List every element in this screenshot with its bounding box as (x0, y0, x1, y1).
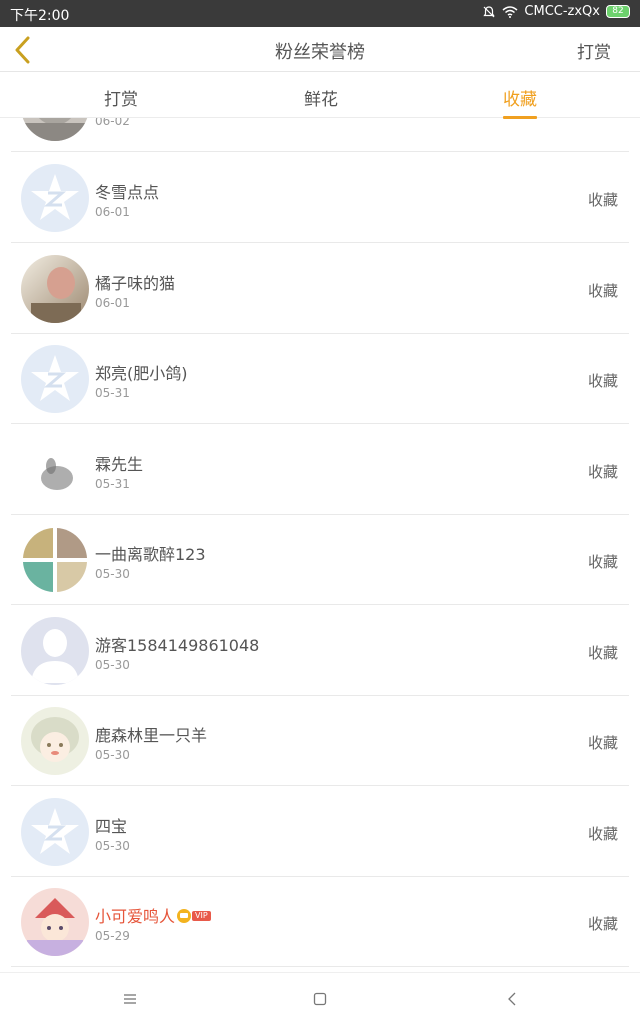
item-date: 05-30 (95, 839, 130, 853)
home-square-icon (313, 992, 327, 1006)
item-action: 收藏 (587, 191, 618, 209)
item-action: 收藏 (587, 644, 618, 662)
qq-default-avatar (21, 164, 89, 232)
tab-favorites[interactable]: 收藏 (503, 85, 537, 119)
item-date: 06-02 (95, 118, 130, 128)
item-date: 05-29 (95, 929, 130, 943)
fan-list[interactable]: 06-02 冬雪点点 06-01 收藏 橘子味的猫 06-01 收藏 郑亮(肥小… (0, 118, 640, 970)
item-action: 收藏 (587, 553, 618, 571)
list-item[interactable]: 06-02 (11, 118, 629, 152)
list-item[interactable]: 鹿森林里一只羊 05-30 收藏 (11, 696, 629, 786)
avatar (21, 118, 89, 141)
status-indicators: CMCC-zxQx 82 (482, 4, 630, 19)
item-name-text: 小可爱鸣人 (95, 907, 176, 926)
menu-button[interactable] (118, 987, 142, 1011)
vip-crown-icon (177, 908, 192, 923)
item-action: 收藏 (587, 915, 618, 933)
item-name: 橘子味的猫 (95, 274, 176, 293)
anime-avatar (21, 707, 89, 775)
page-title: 粉丝荣誉榜 (275, 42, 365, 63)
vip-badge: VIP (177, 908, 211, 923)
item-name: 郑亮(肥小鸽) (95, 364, 188, 383)
tab-reward[interactable]: 打赏 (104, 85, 138, 110)
list-item[interactable]: 四宝 05-30 收藏 (11, 787, 629, 877)
photo-avatar (21, 255, 89, 323)
ink-avatar (21, 436, 89, 504)
list-item[interactable]: 一曲离歌醉123 05-30 收藏 (11, 515, 629, 605)
item-date: 06-01 (95, 205, 130, 219)
item-action: 收藏 (587, 282, 618, 300)
reward-button[interactable]: 打赏 (577, 38, 611, 63)
item-action: 收藏 (587, 734, 618, 752)
item-name: 小可爱鸣人 VIP (95, 903, 211, 927)
item-name: 游客1584149861048 (95, 636, 260, 655)
back-triangle-icon (508, 992, 516, 1006)
item-action: 收藏 (587, 372, 618, 390)
item-date: 05-30 (95, 748, 130, 762)
home-button[interactable] (308, 987, 332, 1011)
battery-icon: 82 (606, 5, 630, 18)
list-item[interactable]: 霖先生 05-31 收藏 (11, 425, 629, 515)
tab-bar: 打赏 鲜花 收藏 (0, 73, 640, 119)
status-bar: 下午2:00 CMCC-zxQx 82 (0, 0, 640, 27)
tab-flowers[interactable]: 鲜花 (304, 85, 338, 110)
tab-label: 鲜花 (304, 90, 338, 110)
guest-silhouette-avatar (21, 617, 89, 685)
item-date: 05-30 (95, 567, 130, 581)
list-item[interactable]: 郑亮(肥小鸽) 05-31 收藏 (11, 334, 629, 424)
item-action: 收藏 (587, 463, 618, 481)
item-date: 05-30 (95, 658, 130, 672)
app-header: 粉丝荣誉榜 打赏 (0, 27, 640, 72)
item-date: 06-01 (95, 296, 130, 310)
collage-avatar (21, 526, 89, 594)
item-action: 收藏 (587, 825, 618, 843)
carrier-label: CMCC-zxQx (524, 4, 600, 19)
system-back-button[interactable] (500, 987, 524, 1011)
list-item[interactable]: 冬雪点点 06-01 收藏 (11, 153, 629, 243)
item-date: 05-31 (95, 386, 130, 400)
list-item[interactable]: 橘子味的猫 06-01 收藏 (11, 244, 629, 334)
tab-label: 收藏 (503, 90, 537, 110)
status-time: 下午2:00 (10, 8, 70, 24)
item-name: 四宝 (95, 817, 128, 836)
item-name: 一曲离歌醉123 (95, 545, 206, 564)
wifi-icon (502, 5, 518, 18)
tab-label: 打赏 (104, 90, 138, 110)
item-date: 05-31 (95, 477, 130, 491)
system-nav-bar (0, 972, 640, 1024)
cartoon-avatar (21, 888, 89, 956)
vip-label: VIP (192, 910, 211, 921)
item-name: 冬雪点点 (95, 183, 160, 202)
notifications-off-icon (483, 5, 496, 17)
qq-default-avatar (21, 798, 89, 866)
menu-icon (124, 994, 136, 1004)
item-name: 霖先生 (95, 455, 144, 474)
qq-default-avatar (21, 345, 89, 413)
list-item[interactable]: 游客1584149861048 05-30 收藏 (11, 606, 629, 696)
list-item[interactable]: 小可爱鸣人 VIP 05-29 收藏 (11, 877, 629, 967)
item-name: 鹿森林里一只羊 (95, 726, 208, 745)
